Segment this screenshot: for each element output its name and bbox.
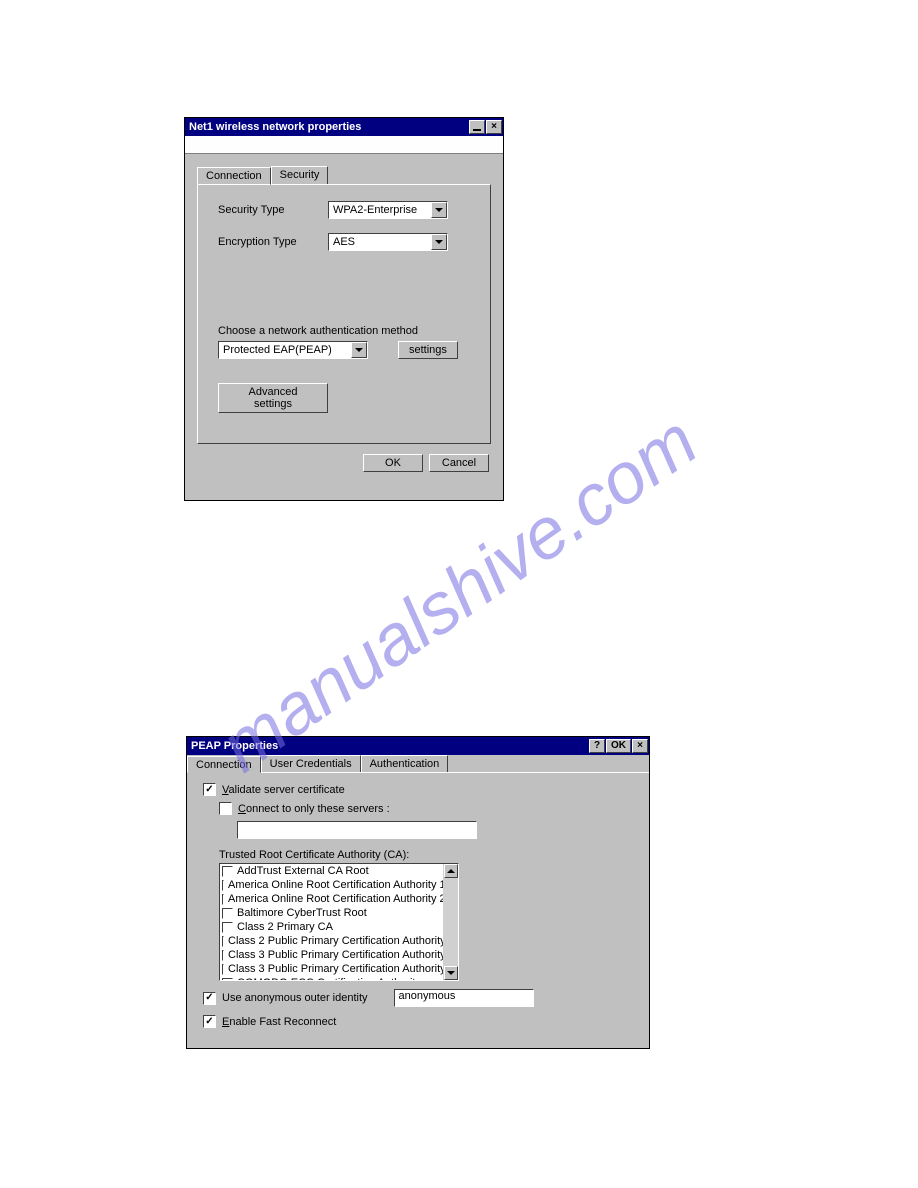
ca-item-label: America Online Root Certification Author…	[228, 893, 443, 905]
anonymous-identity-input[interactable]: anonymous	[394, 989, 534, 1007]
close-button[interactable]: ×	[632, 739, 648, 753]
ca-list-item[interactable]: AddTrust External CA Root	[220, 864, 443, 878]
tab-security[interactable]: Security	[271, 166, 329, 184]
tab-body-2: Validate server certificate Connect to o…	[187, 773, 649, 1048]
ca-item-label: COMODO ECC Certification Authority	[237, 977, 421, 981]
chevron-down-icon[interactable]	[351, 342, 367, 358]
minimize-button[interactable]	[469, 120, 485, 134]
peap-properties-window: PEAP Properties ? OK × Connection User C…	[186, 736, 650, 1049]
ca-item-checkbox[interactable]	[222, 908, 233, 919]
ca-list-item[interactable]: America Online Root Certification Author…	[220, 878, 443, 892]
ca-list-item[interactable]: Class 3 Public Primary Certification Aut…	[220, 948, 443, 962]
security-type-label: Security Type	[218, 204, 328, 216]
toolbar-blank	[185, 136, 503, 154]
ca-item-label: Class 2 Public Primary Certification Aut…	[228, 935, 443, 947]
tab-body: Security Type WPA2-Enterprise Encryption…	[197, 184, 491, 444]
ca-item-label: Baltimore CyberTrust Root	[237, 907, 367, 919]
scroll-up-icon[interactable]	[444, 864, 458, 878]
connect-only-checkbox[interactable]	[219, 802, 232, 815]
ca-list-item[interactable]: Class 3 Public Primary Certification Aut…	[220, 962, 443, 976]
ca-list-item[interactable]: Class 2 Public Primary Certification Aut…	[220, 934, 443, 948]
window2-title: PEAP Properties	[191, 740, 278, 752]
trusted-ca-label: Trusted Root Certificate Authority (CA):	[219, 849, 633, 861]
anonymous-identity-checkbox[interactable]	[203, 992, 216, 1005]
ca-item-checkbox[interactable]	[222, 936, 224, 947]
ca-item-label: AddTrust External CA Root	[237, 865, 369, 877]
tabs-row-2: Connection User Credentials Authenticati…	[187, 755, 649, 773]
connect-only-input[interactable]	[237, 821, 477, 839]
trusted-ca-listbox[interactable]: AddTrust External CA Root America Online …	[219, 863, 443, 981]
encryption-type-combo[interactable]: AES	[328, 233, 448, 251]
chevron-down-icon[interactable]	[431, 202, 447, 218]
ca-item-checkbox[interactable]	[222, 922, 233, 933]
fast-reconnect-label: Enable Fast Reconnect	[222, 1016, 336, 1028]
window1-titlebar: Net1 wireless network properties	[185, 118, 503, 136]
anonymous-identity-label: Use anonymous outer identity	[222, 992, 368, 1004]
connect-only-label: Connect to only these servers :	[238, 803, 390, 815]
tab-connection[interactable]: Connection	[197, 167, 271, 185]
ok-button[interactable]: OK	[363, 454, 423, 472]
ca-list-item[interactable]: America Online Root Certification Author…	[220, 892, 443, 906]
scrollbar[interactable]	[443, 863, 459, 981]
fast-reconnect-checkbox[interactable]	[203, 1015, 216, 1028]
auth-method-label: Choose a network authentication method	[218, 325, 470, 337]
ca-list-item[interactable]: Class 2 Primary CA	[220, 920, 443, 934]
window2-titlebar: PEAP Properties ? OK ×	[187, 737, 649, 755]
ca-item-checkbox[interactable]	[222, 978, 233, 982]
encryption-type-value: AES	[329, 236, 359, 248]
ca-list-item[interactable]: COMODO ECC Certification Authority	[220, 976, 443, 981]
close-button[interactable]	[486, 120, 502, 134]
auth-method-value: Protected EAP(PEAP)	[219, 344, 336, 356]
cancel-button[interactable]: Cancel	[429, 454, 489, 472]
chevron-down-icon[interactable]	[431, 234, 447, 250]
ok-title-button[interactable]: OK	[606, 739, 631, 753]
ca-item-checkbox[interactable]	[222, 894, 224, 905]
ca-item-checkbox[interactable]	[222, 880, 224, 891]
ca-item-checkbox[interactable]	[222, 950, 224, 961]
tab-connection-2[interactable]: Connection	[187, 756, 261, 773]
security-type-combo[interactable]: WPA2-Enterprise	[328, 201, 448, 219]
wireless-properties-window: Net1 wireless network properties Connect…	[184, 117, 504, 501]
encryption-type-label: Encryption Type	[218, 236, 328, 248]
ca-item-label: Class 2 Primary CA	[237, 921, 333, 933]
ca-item-checkbox[interactable]	[222, 866, 233, 877]
dialog-button-row: OK Cancel	[193, 448, 495, 478]
tab-user-credentials[interactable]: User Credentials	[261, 755, 361, 772]
ca-list-item[interactable]: Baltimore CyberTrust Root	[220, 906, 443, 920]
ca-item-label: America Online Root Certification Author…	[228, 879, 443, 891]
ca-item-label: Class 3 Public Primary Certification Aut…	[228, 949, 443, 961]
tabs-row: Connection Security	[197, 166, 495, 184]
settings-button[interactable]: settings	[398, 341, 458, 359]
validate-cert-label: Validate server certificate	[222, 784, 345, 796]
advanced-settings-button[interactable]: Advanced settings	[218, 383, 328, 413]
ca-item-label: Class 3 Public Primary Certification Aut…	[228, 963, 443, 975]
scroll-down-icon[interactable]	[444, 966, 458, 980]
security-type-value: WPA2-Enterprise	[329, 204, 421, 216]
auth-method-combo[interactable]: Protected EAP(PEAP)	[218, 341, 368, 359]
tab-authentication[interactable]: Authentication	[361, 755, 449, 772]
validate-cert-checkbox[interactable]	[203, 783, 216, 796]
ca-item-checkbox[interactable]	[222, 964, 224, 975]
help-button[interactable]: ?	[589, 739, 605, 753]
window1-title: Net1 wireless network properties	[189, 121, 361, 133]
